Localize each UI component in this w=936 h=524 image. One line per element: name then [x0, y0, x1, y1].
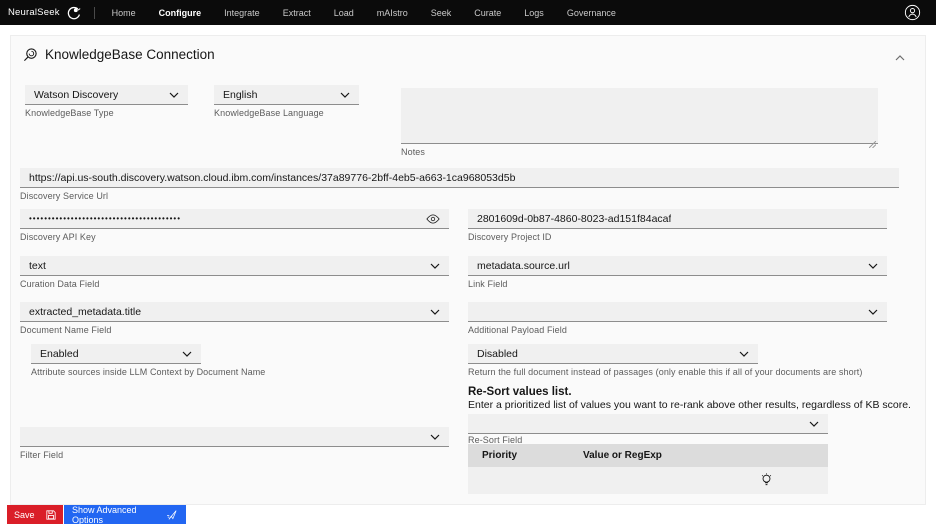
neuralseek-logo-icon: [65, 5, 81, 21]
top-navbar: NeuralSeek Home Configure Integrate Extr…: [0, 0, 936, 25]
resort-field-select[interactable]: [468, 414, 828, 434]
advanced-options-label: Show Advanced Options: [72, 504, 137, 524]
full-document-return-label: Return the full document instead of pass…: [468, 367, 863, 377]
nav-item-seek[interactable]: Seek: [431, 8, 452, 18]
kb-type-value: Watson Discovery: [34, 88, 119, 101]
chevron-up-icon: [895, 55, 905, 61]
save-floppy-icon: [46, 509, 56, 520]
chevron-down-icon: [430, 434, 440, 440]
filter-field-label: Filter Field: [20, 450, 64, 460]
kb-type-select[interactable]: Watson Discovery: [25, 85, 188, 105]
navbar-divider: [93, 6, 95, 19]
resort-table-body: [468, 467, 828, 494]
save-button[interactable]: Save: [7, 505, 63, 524]
nav-item-logs[interactable]: Logs: [524, 8, 544, 18]
attribute-sources-value: Enabled: [40, 347, 79, 360]
full-document-return-value: Disabled: [477, 347, 518, 360]
resort-column-value: Value or RegExp: [583, 450, 662, 461]
chevron-down-icon: [340, 92, 350, 98]
chevron-down-icon: [868, 263, 878, 269]
kb-language-select[interactable]: English: [214, 85, 359, 105]
curation-data-field-value: text: [29, 259, 46, 272]
attribute-sources-select[interactable]: Enabled: [31, 344, 201, 364]
attribute-sources-label: Attribute sources inside LLM Context by …: [31, 367, 266, 377]
link-field-select[interactable]: metadata.source.url: [468, 256, 887, 276]
show-advanced-options-button[interactable]: Show Advanced Options: [64, 505, 186, 524]
curation-data-field-select[interactable]: text: [20, 256, 449, 276]
chevron-down-icon: [809, 421, 819, 427]
filter-field-select[interactable]: [20, 427, 449, 447]
service-url-value: https://api.us-south.discovery.watson.cl…: [29, 171, 516, 184]
project-id-input[interactable]: 2801609d-0b87-4860-8023-ad151f84acaf: [468, 209, 887, 229]
nav-item-governance[interactable]: Governance: [567, 8, 616, 18]
nav-item-curate[interactable]: Curate: [474, 8, 501, 18]
nav-item-integrate[interactable]: Integrate: [224, 8, 260, 18]
kb-search-icon: [23, 47, 38, 67]
chevron-down-icon: [430, 309, 440, 315]
chevron-down-icon: [739, 351, 749, 357]
api-key-label: Discovery API Key: [20, 232, 96, 242]
api-key-masked-value: ••••••••••••••••••••••••••••••••••••••••: [29, 214, 182, 223]
rocket-icon: [167, 509, 177, 520]
nav-item-home[interactable]: Home: [112, 8, 136, 18]
additional-payload-field-select[interactable]: [468, 302, 887, 322]
chevron-down-icon: [430, 263, 440, 269]
document-name-field-value: extracted_metadata.title: [29, 305, 142, 318]
nav-item-configure[interactable]: Configure: [159, 8, 202, 18]
brand-name: NeuralSeek: [8, 7, 60, 18]
kb-type-label: KnowledgeBase Type: [25, 108, 114, 118]
page: NeuralSeek Home Configure Integrate Extr…: [0, 0, 936, 524]
eye-icon[interactable]: [426, 213, 440, 224]
notes-label: Notes: [401, 147, 426, 157]
knowledgebase-connection-panel: KnowledgeBase Connection Watson Discover…: [10, 35, 926, 505]
link-field-value: metadata.source.url: [477, 259, 570, 272]
collapse-panel-button[interactable]: [895, 48, 905, 66]
curation-data-field-label: Curation Data Field: [20, 279, 100, 289]
notes-textarea[interactable]: [401, 88, 878, 144]
user-account-button[interactable]: [904, 4, 921, 21]
resort-table-header: Priority Value or RegExp: [468, 444, 828, 467]
link-field-label: Link Field: [468, 279, 508, 289]
resize-handle-icon[interactable]: [868, 135, 877, 153]
kb-language-label: KnowledgeBase Language: [214, 108, 324, 118]
nav-menu: Home Configure Integrate Extract Load mA…: [112, 8, 616, 18]
document-name-field-label: Document Name Field: [20, 325, 112, 335]
resort-column-priority: Priority: [482, 450, 518, 461]
project-id-label: Discovery Project ID: [468, 232, 552, 242]
chevron-down-icon: [182, 351, 192, 357]
panel-title: KnowledgeBase Connection: [45, 47, 215, 62]
document-name-field-select[interactable]: extracted_metadata.title: [20, 302, 449, 322]
full-document-return-select[interactable]: Disabled: [468, 344, 758, 364]
service-url-input[interactable]: https://api.us-south.discovery.watson.cl…: [20, 168, 899, 188]
nav-item-load[interactable]: Load: [334, 8, 354, 18]
nav-item-maistro[interactable]: mAIstro: [377, 8, 408, 18]
api-key-input[interactable]: ••••••••••••••••••••••••••••••••••••••••: [20, 209, 449, 229]
chevron-down-icon: [868, 309, 878, 315]
project-id-value: 2801609d-0b87-4860-8023-ad151f84acaf: [477, 212, 672, 225]
resort-title: Re-Sort values list.: [468, 386, 572, 398]
chevron-down-icon: [169, 92, 179, 98]
additional-payload-field-label: Additional Payload Field: [468, 325, 567, 335]
lightbulb-icon: [761, 473, 772, 493]
resort-description: Enter a prioritized list of values you w…: [468, 399, 911, 411]
nav-item-extract[interactable]: Extract: [283, 8, 311, 18]
save-button-label: Save: [14, 509, 35, 520]
kb-language-value: English: [223, 88, 258, 101]
service-url-label: Discovery Service Url: [20, 191, 109, 201]
user-icon: [904, 4, 921, 21]
